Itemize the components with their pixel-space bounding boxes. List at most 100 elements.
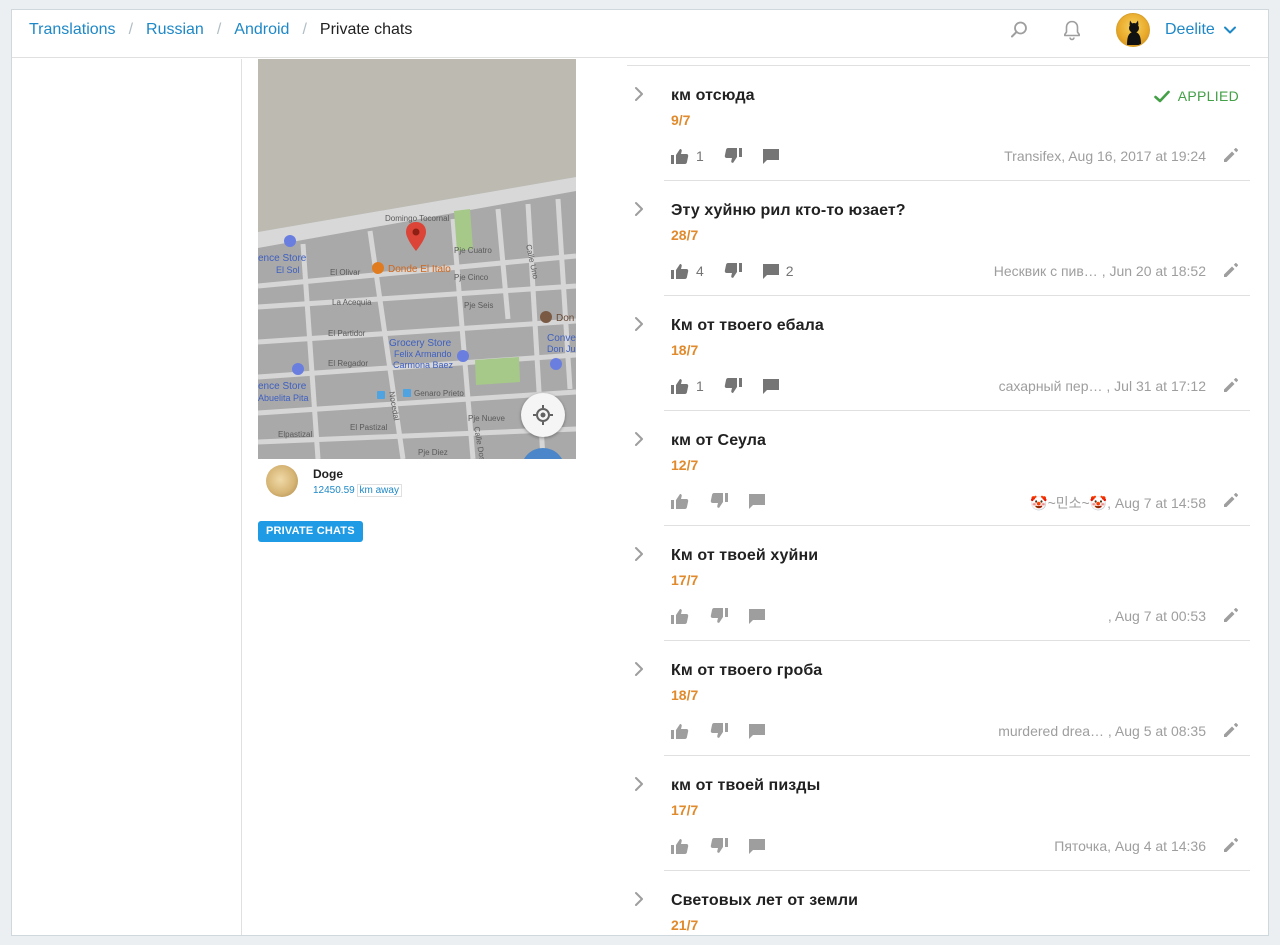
pencil-icon[interactable] <box>1222 376 1240 394</box>
pencil-icon[interactable] <box>1222 146 1240 164</box>
pencil-icon[interactable] <box>1222 721 1240 739</box>
app-window: Translations / Russian / Android / Priva… <box>11 9 1269 936</box>
comment-button[interactable] <box>762 377 780 395</box>
downvote-button[interactable] <box>723 377 743 395</box>
chevron-right-icon[interactable] <box>631 431 647 447</box>
context-screenshot[interactable]: Domingo Tocornal Pje Cuatro ence Store E… <box>258 59 576 504</box>
user-menu[interactable]: Deelite <box>1165 10 1237 50</box>
pencil-icon[interactable] <box>1222 261 1240 279</box>
upvote-button[interactable]: 4 <box>670 262 704 280</box>
avatar[interactable] <box>1116 13 1150 47</box>
comment-icon <box>749 724 765 739</box>
comment-button[interactable]: 2 <box>762 262 794 280</box>
breadcrumb-translations[interactable]: Translations <box>29 21 116 39</box>
thumbs-up-icon <box>671 264 689 279</box>
char-count: 28/7 <box>671 227 699 243</box>
suggestion-row[interactable]: км от твоей пизды 17/7 Пяточка, Aug 4 at 1… <box>627 756 1252 871</box>
locate-button[interactable] <box>521 393 565 437</box>
suggestion-meta: Несквик с пив… , Jun 20 at 18:52 <box>993 263 1206 279</box>
chevron-right-icon[interactable] <box>631 661 647 677</box>
pencil-icon[interactable] <box>1222 491 1240 509</box>
comment-icon <box>749 839 765 854</box>
map-label: Felix Armando <box>394 349 452 359</box>
downvote-button[interactable] <box>709 722 729 740</box>
downvote-button[interactable] <box>709 837 729 855</box>
pencil-icon[interactable] <box>1222 606 1240 624</box>
bell-icon[interactable] <box>1060 18 1084 42</box>
suggestion-text: км от твоей пизды <box>671 777 821 794</box>
comment-icon <box>762 264 779 279</box>
downvote-button[interactable] <box>709 492 729 510</box>
contact-bar: Doge 12450.59 km away <box>258 459 576 504</box>
thumbs-up-icon <box>671 609 689 624</box>
comment-icon <box>749 494 765 509</box>
upvote-button[interactable] <box>670 492 690 510</box>
suggestion-row[interactable]: км от Сеула 12/7 🤡~민소~🤡, Aug 7 at 14:58 <box>627 411 1252 526</box>
chevron-right-icon[interactable] <box>631 776 647 792</box>
suggestion-row[interactable]: Эту хуйню рил кто-то юзает? 28/7 4 2 Несквик… <box>627 181 1252 296</box>
distance-value: 12450.59 <box>313 485 355 496</box>
comment-button[interactable] <box>748 492 766 510</box>
chevron-right-icon[interactable] <box>631 546 647 562</box>
map-label: El Partidor <box>328 329 366 338</box>
contact-name: Doge <box>313 467 343 481</box>
pencil-icon[interactable] <box>1222 836 1240 854</box>
comment-button[interactable] <box>748 722 766 740</box>
downvote-button[interactable] <box>723 147 743 165</box>
downvote-button[interactable] <box>709 607 729 625</box>
breadcrumb-russian[interactable]: Russian <box>146 21 204 39</box>
thumbs-up-icon <box>671 724 689 739</box>
vote-actions: 1 <box>670 376 799 396</box>
breadcrumb-android[interactable]: Android <box>234 21 289 39</box>
chevron-right-icon[interactable] <box>631 86 647 102</box>
suggestion-row[interactable]: Км от твоего ебала 18/7 1 сахарный пер… , J… <box>627 296 1252 411</box>
suggestion-text: Эту хуйню рил кто-то юзает? <box>671 202 906 219</box>
upvote-button[interactable] <box>670 607 690 625</box>
suggestion-row[interactable]: км отсюда 9/7 APPLIED 1 Transifex, Aug 16, 2… <box>627 66 1252 181</box>
map-label: Donde El Italo <box>388 264 451 275</box>
suggestion-row[interactable]: Световых лет от земли 21/7 <box>627 871 1252 935</box>
chevron-right-icon[interactable] <box>631 891 647 907</box>
chevron-down-icon <box>1223 26 1236 34</box>
contact-distance: 12450.59 km away <box>313 485 401 496</box>
comment-button[interactable] <box>748 607 766 625</box>
suggestion-row[interactable]: Км от твоего гроба 18/7 murdered drea… , A… <box>627 641 1252 756</box>
check-icon <box>1153 90 1170 102</box>
upvote-button[interactable] <box>670 837 690 855</box>
vote-actions <box>670 836 785 856</box>
suggestion-row[interactable]: Км от твоей хуйни 17/7 , Aug 7 at 00:53 <box>627 526 1252 641</box>
upvote-button[interactable]: 1 <box>670 147 704 165</box>
thumbs-down-icon <box>724 148 742 163</box>
column-divider <box>241 59 242 935</box>
map-label: Pje Nueve <box>468 414 505 423</box>
char-count: 17/7 <box>671 572 699 588</box>
map-label: Genaro Prieto <box>414 389 464 398</box>
comment-button[interactable] <box>748 837 766 855</box>
downvote-button[interactable] <box>723 262 743 280</box>
username: Deelite <box>1165 21 1215 38</box>
thumbs-up-icon <box>671 494 689 509</box>
chevron-right-icon[interactable] <box>631 201 647 217</box>
char-count: 17/7 <box>671 802 699 818</box>
suggestion-meta: murdered drea… , Aug 5 at 08:35 <box>998 723 1206 739</box>
comment-icon <box>762 379 779 394</box>
comment-button[interactable] <box>762 147 780 165</box>
thumbs-down-icon <box>710 608 728 623</box>
map-label: Conve <box>547 333 576 344</box>
map-label: Domingo Tocornal <box>385 214 450 223</box>
char-count: 18/7 <box>671 687 699 703</box>
search-icon[interactable] <box>1007 18 1031 42</box>
breadcrumb-separator: / <box>216 21 222 38</box>
applied-badge: APPLIED <box>1153 88 1239 104</box>
top-bar: Translations / Russian / Android / Priva… <box>12 10 1268 58</box>
suggestion-text: км отсюда <box>671 87 755 104</box>
upvote-button[interactable] <box>670 722 690 740</box>
chevron-right-icon[interactable] <box>631 316 647 332</box>
char-count: 21/7 <box>671 917 699 933</box>
upvote-button[interactable]: 1 <box>670 377 704 395</box>
map-label: ence Store <box>258 253 307 264</box>
suggestion-meta: Пяточка, Aug 4 at 14:36 <box>1054 838 1206 854</box>
upvote-count: 1 <box>696 378 704 394</box>
thumbs-down-icon <box>710 838 728 853</box>
tag-private-chats[interactable]: PRIVATE CHATS <box>258 521 363 542</box>
